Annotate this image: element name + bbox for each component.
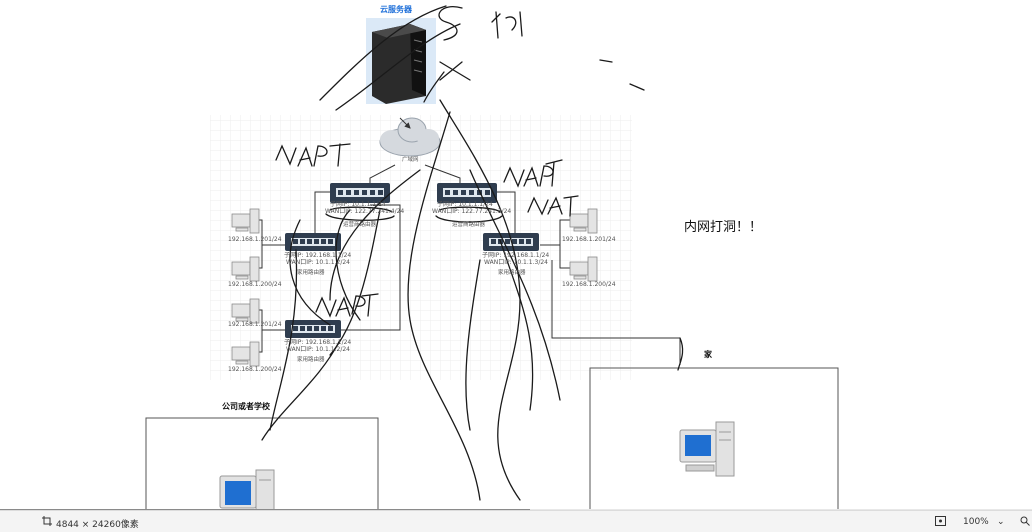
cloud-server-title: 云服务器 [380,5,412,14]
home-box-label: 家 [704,350,712,359]
hole-punch-note: 内网打洞！！ [684,220,763,235]
home-router-b-name: 家用路由器 [498,270,526,276]
left-isp-router-name: 运营商路由器 [343,222,377,228]
home-router-a-name: 家用路由器 [297,270,325,276]
isp-router-left-icon [330,183,390,203]
zoom-level[interactable]: 100% [963,517,989,527]
internet-label: 广域网 [402,157,419,163]
company-pc-icon [219,469,275,510]
right-isp-router-name: 运营商路由器 [452,222,486,228]
left-isp-wan-ip: WAN口IP: 122.77.241.4/24 [325,208,405,215]
isp-router-right-icon [437,183,497,203]
home-router-a-wan-ip: WAN口IP: 10.1.1.2/24 [286,259,350,266]
pc-a1-ip: 192.168.1.201/24 [228,236,282,243]
right-isp-wan-ip: WAN口IP: 122.77.241.3/24 [432,208,512,215]
zoom-icon[interactable] [1020,516,1030,529]
company-box-label: 公司或者学校 [222,402,270,411]
pc-c1-ip: 192.168.1.201/24 [228,321,282,328]
home-router-b-wan-ip: WAN口IP: 10.1.1.3/24 [484,259,548,266]
diagram-canvas: 云服务器 广域网 子网IP: 10.1.1.1/24 WAN口IP: 122.7… [0,0,1032,510]
pc-b1-ip: 192.168.1.201/24 [562,236,616,243]
home-pc-icon [679,421,735,477]
crop-icon[interactable] [42,516,52,529]
pc-c2-ip: 192.168.1.200/24 [228,366,282,373]
chevron-down-icon[interactable]: ⌄ [997,517,1005,527]
image-dimensions: 4844 × 24260像素 [56,520,139,530]
home-router-c-wan-ip: WAN口IP: 10.1.1.2/24 [286,346,350,353]
pc-b2-ip: 192.168.1.200/24 [562,281,616,288]
pc-a2-ip: 192.168.1.200/24 [228,281,282,288]
home-router-c-name: 家用路由器 [297,357,325,363]
status-bar: 4844 × 24260像素 100% ⌄ [0,510,1032,532]
fit-screen-icon[interactable] [935,516,946,529]
